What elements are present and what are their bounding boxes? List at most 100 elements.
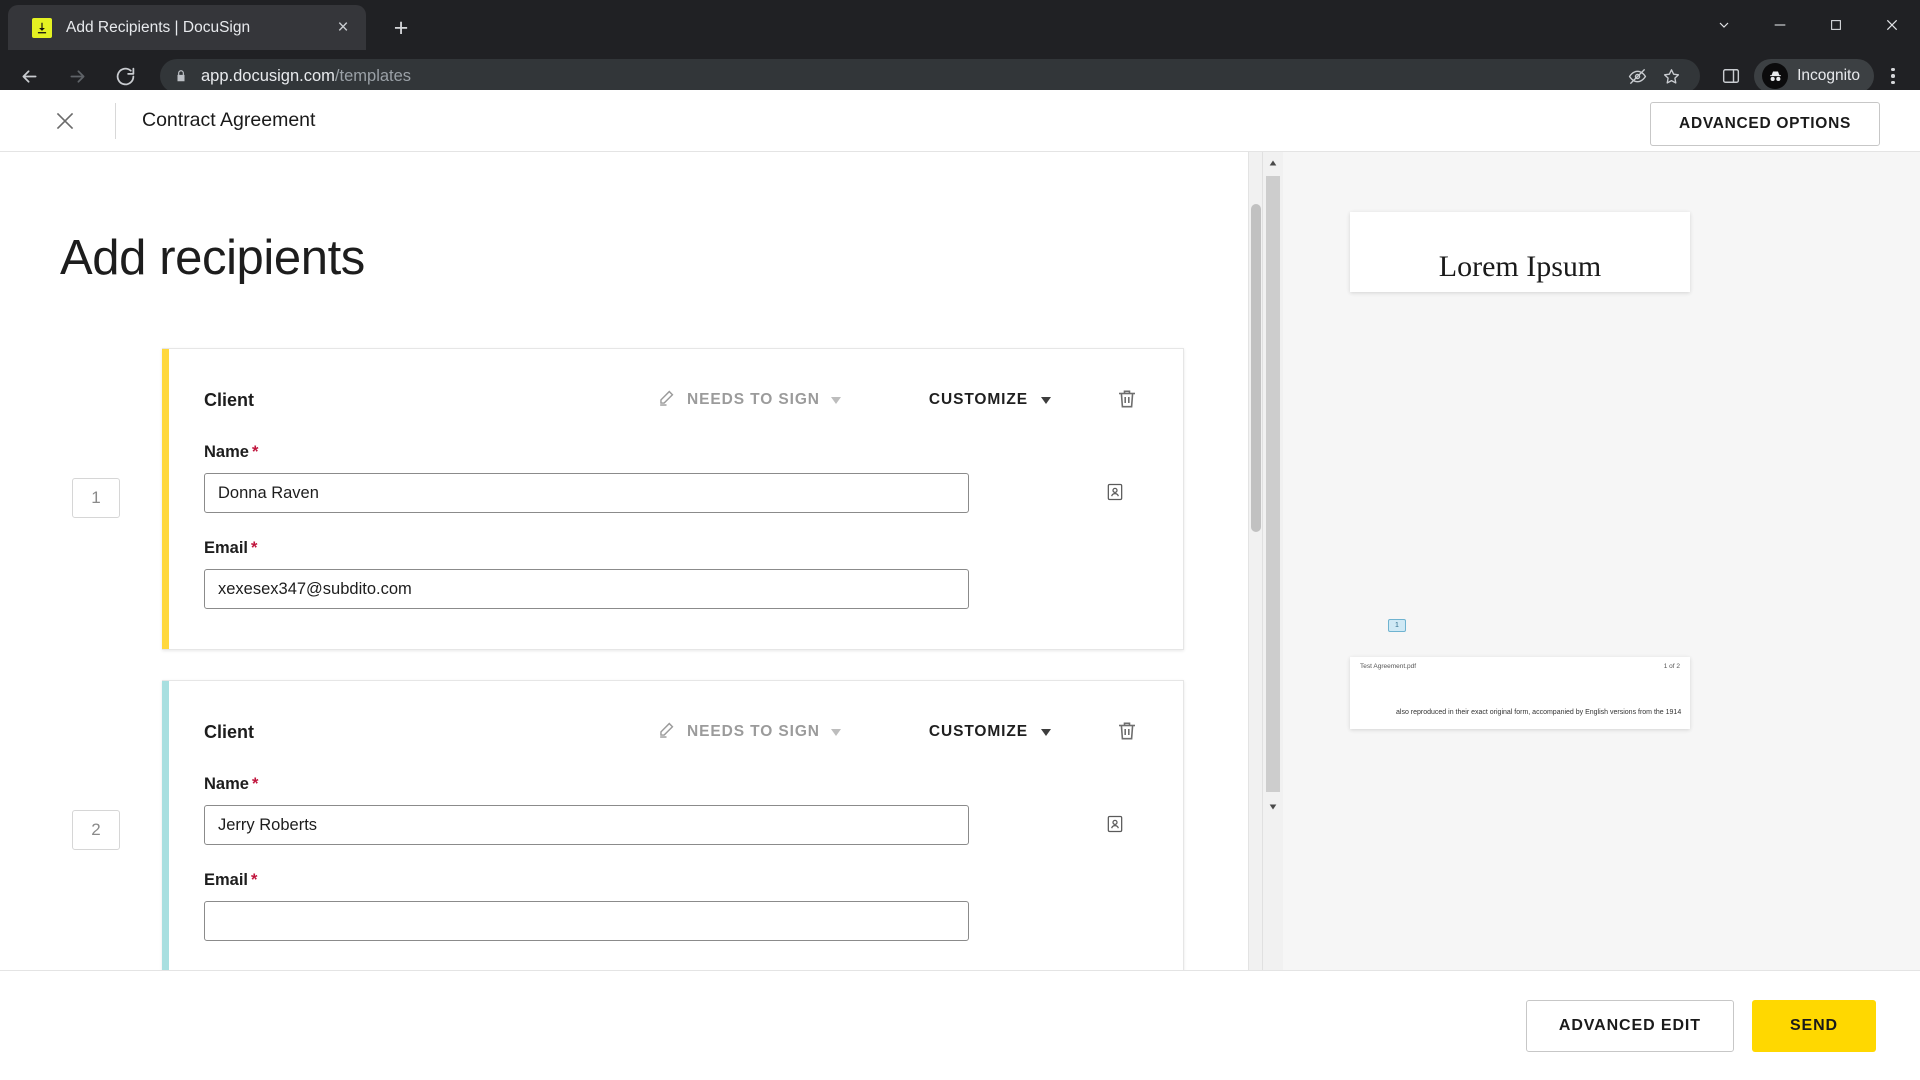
minimize-icon[interactable]: [1752, 0, 1808, 50]
recipient-card-header: Client NEEDS TO SIGN CUSTOMIZE: [204, 383, 1141, 417]
required-asterisk: *: [251, 775, 259, 793]
close-icon[interactable]: [50, 106, 80, 136]
required-asterisk: *: [251, 539, 258, 557]
window-controls: [1696, 0, 1920, 50]
contacts-icon[interactable]: [1105, 482, 1127, 504]
left-pane-scrollbar[interactable]: [1248, 152, 1262, 970]
document-title: Contract Agreement: [142, 109, 316, 131]
recipient-card-header: Client NEEDS TO SIGN CUSTOMIZE: [204, 715, 1141, 749]
omnibox-actions: [1622, 61, 1686, 91]
signature-tag[interactable]: 1: [1388, 619, 1406, 632]
recipient-card: Client NEEDS TO SIGN: [162, 348, 1184, 930]
new-tab-button[interactable]: +: [385, 12, 417, 44]
url-path: /templates: [334, 66, 412, 85]
recipient-list: 1 Client NEEDS TO SIGN CUSTOMIZE Name * …: [60, 348, 1262, 970]
scroll-down-icon[interactable]: [1266, 800, 1280, 814]
recipient-action-label: NEEDS TO SIGN: [687, 723, 820, 740]
document-page-header: Test Agreement.pdf 1 of 2: [1350, 657, 1690, 670]
email-label: Email *: [204, 871, 1141, 890]
send-button[interactable]: SEND: [1751, 999, 1876, 1052]
app-header: Contract Agreement ADVANCED OPTIONS: [0, 90, 1920, 152]
address-bar[interactable]: app.docusign.com/templates: [160, 59, 1701, 93]
customize-label: CUSTOMIZE: [928, 391, 1028, 408]
email-field-group: Email *: [204, 539, 1141, 609]
incognito-avatar-icon: [1762, 63, 1789, 89]
lock-icon: [174, 69, 188, 83]
download-icon: [32, 17, 52, 38]
advanced-options-button[interactable]: ADVANCED OPTIONS: [1650, 102, 1880, 146]
document-heading: Lorem Ipsum: [1438, 250, 1602, 283]
email-label-text: Email: [204, 539, 249, 557]
app-body: Add recipients 1 Client NEEDS TO SIGN CU…: [0, 152, 1920, 1080]
name-label-text: Name: [204, 775, 249, 793]
customize-dropdown[interactable]: CUSTOMIZE: [929, 723, 1051, 741]
star-icon[interactable]: [1656, 61, 1686, 91]
chevron-down-icon: [1041, 396, 1051, 404]
tab-strip: Add Recipients | DocuSign × +: [0, 0, 1920, 50]
recipient-action-dropdown[interactable]: NEEDS TO SIGN: [657, 388, 841, 412]
scrollbar-thumb[interactable]: [1251, 204, 1261, 532]
header-divider: [115, 102, 116, 139]
recipient-role-label: Client: [204, 389, 255, 410]
page-title: Add recipients: [60, 231, 365, 285]
url-text: app.docusign.com/templates: [201, 67, 411, 86]
preview-scrollbar[interactable]: [1263, 152, 1283, 970]
name-label: Name *: [204, 775, 1141, 794]
email-label-text: Email: [204, 871, 249, 889]
document-body-text: also reproduced in their exact original …: [1396, 709, 1682, 716]
recipient-order-badge[interactable]: 2: [72, 810, 120, 850]
document-page-count: 1 of 2: [1663, 663, 1680, 670]
recipient-row: 1 Client NEEDS TO SIGN CUSTOMIZE Name * …: [60, 348, 1262, 930]
required-asterisk: *: [251, 871, 258, 889]
app-footer: ADVANCED EDIT SEND: [0, 970, 1920, 1080]
incognito-indicator[interactable]: Incognito: [1754, 59, 1874, 93]
recipient-order-badge[interactable]: 1: [72, 478, 120, 518]
document-file-name: Test Agreement.pdf: [1360, 663, 1417, 670]
required-asterisk: *: [251, 443, 259, 461]
chevron-down-icon: [830, 728, 841, 736]
contacts-icon[interactable]: [1105, 814, 1127, 836]
window-close-icon[interactable]: [1864, 0, 1920, 50]
recipient-accent-bar: [162, 681, 169, 970]
recipients-pane: Add recipients 1 Client NEEDS TO SIGN CU…: [0, 152, 1262, 970]
browser-window: Add Recipients | DocuSign × + app.docusi…: [0, 0, 1920, 1080]
name-field-group: Name *: [204, 443, 1141, 930]
chevron-down-icon: [830, 396, 841, 404]
customize-label: CUSTOMIZE: [928, 723, 1028, 740]
name-label: Name *: [204, 443, 1141, 462]
eye-slash-icon[interactable]: [1622, 61, 1652, 91]
recipient-action-label: NEEDS TO SIGN: [687, 391, 820, 408]
pen-icon: [657, 388, 676, 412]
name-field-group: Name *: [204, 775, 1141, 845]
scroll-up-icon[interactable]: [1266, 156, 1280, 170]
document-preview-pane: Lorem Ipsum 1 Test Agreement.pdf 1 of 2 …: [1262, 152, 1920, 970]
chevron-down-icon: [1041, 728, 1051, 736]
document-page-preview[interactable]: Lorem Ipsum: [1350, 212, 1690, 292]
email-label: Email *: [204, 539, 1141, 558]
browser-tab[interactable]: Add Recipients | DocuSign ×: [8, 5, 366, 50]
pen-icon: [657, 720, 676, 744]
tab-title: Add Recipients | DocuSign: [66, 18, 251, 36]
maximize-icon[interactable]: [1808, 0, 1864, 50]
email-input[interactable]: [204, 901, 969, 941]
trash-icon[interactable]: [1115, 387, 1141, 413]
advanced-edit-button[interactable]: ADVANCED EDIT: [1525, 999, 1734, 1052]
scrollbar-thumb[interactable]: [1266, 176, 1280, 792]
trash-icon[interactable]: [1115, 719, 1141, 745]
document-page-preview[interactable]: Test Agreement.pdf 1 of 2 also reproduce…: [1350, 657, 1690, 729]
url-domain: app.docusign.com: [201, 66, 335, 85]
incognito-label: Incognito: [1797, 67, 1860, 84]
name-input[interactable]: [204, 805, 969, 845]
recipient-card: Client NEEDS TO SIGN: [162, 680, 1184, 970]
customize-dropdown[interactable]: CUSTOMIZE: [929, 391, 1051, 409]
recipient-accent-bar: [162, 349, 169, 649]
recipient-action-dropdown[interactable]: NEEDS TO SIGN: [657, 720, 841, 744]
tab-close-icon[interactable]: ×: [330, 15, 356, 41]
name-input[interactable]: [204, 473, 969, 513]
recipient-role-label: Client: [204, 721, 255, 742]
name-label-text: Name: [204, 443, 249, 461]
minimize-all-icon[interactable]: [1696, 0, 1752, 50]
docusign-app: Contract Agreement ADVANCED OPTIONS Add …: [0, 90, 1920, 1080]
email-input[interactable]: [204, 569, 969, 609]
email-field-group: Email *: [204, 871, 1141, 941]
